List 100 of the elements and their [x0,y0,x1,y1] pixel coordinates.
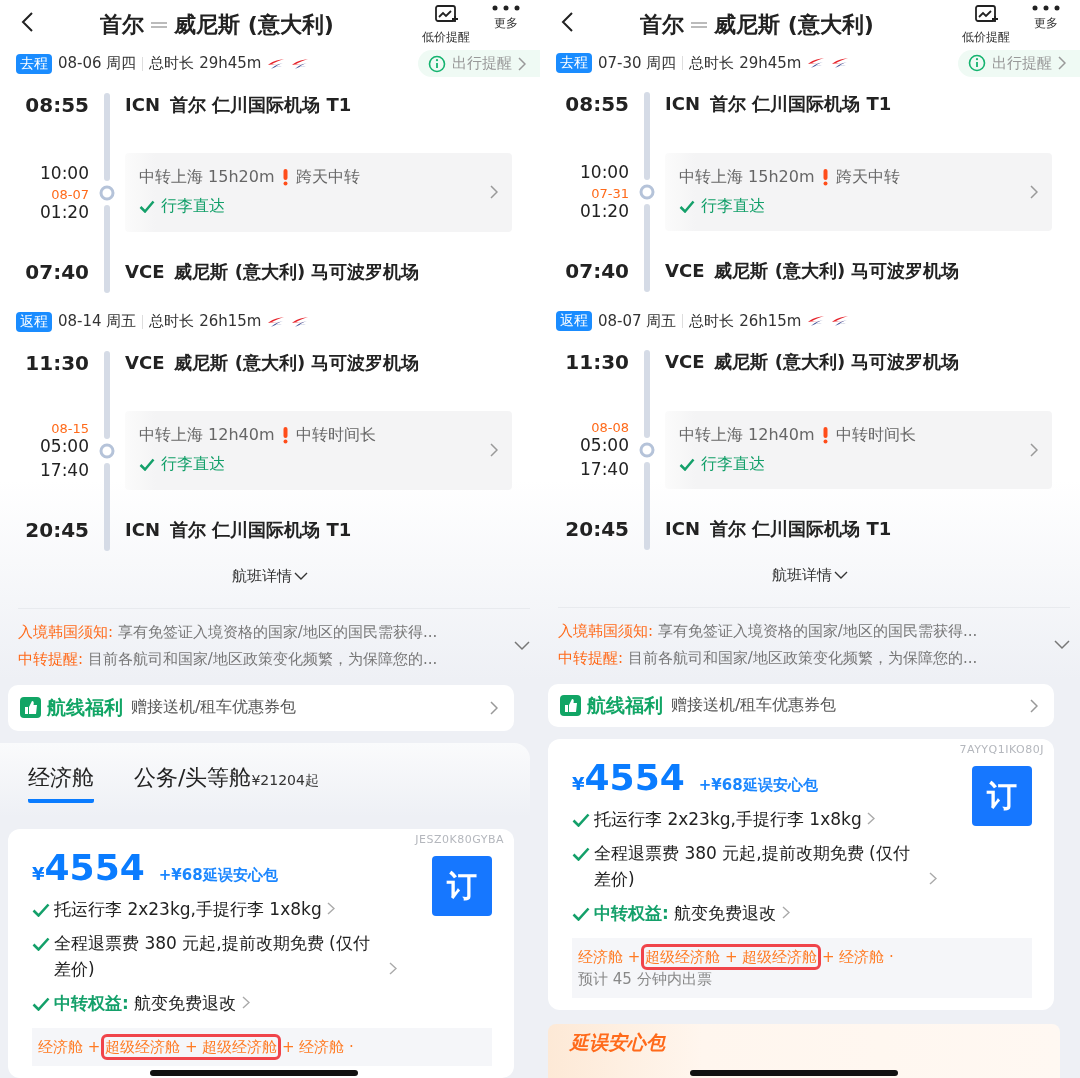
chevron-right-icon [241,996,250,1009]
book-button[interactable]: 订 [432,856,492,916]
trip-tag: 返程 [556,311,592,331]
chevron-right-icon [490,700,498,715]
origin-city: 首尔 [100,11,144,39]
time: 10:00 [40,164,89,182]
notice-text: 中转提醒: 目前各航司和国家/地区政策变化频繁，为保障您的... [18,649,439,669]
delay-insurance-addon[interactable]: +¥68延误安心包 [698,776,818,796]
transfer-warning: 跨天中转 [295,167,360,189]
check-icon [679,200,695,213]
route-benefit-card[interactable]: 航线福利 赠接送机/租车优惠券包 [8,684,514,731]
origin-city: 首尔 [640,11,684,39]
chevron-down-icon [294,571,308,581]
fare-feature[interactable]: 托运行李 2x23kg,手提行李 1x8kg [594,806,862,833]
benefit-title: 航线福利 [587,692,664,718]
chevron-right-icon [518,56,526,71]
ticketing-time-note: 预计 45 分钟内出票 [578,969,713,991]
destination-city: 威尼斯 (意大利) [174,11,334,39]
departure-time: 08:55 [564,91,629,118]
trip-tag: 去程 [16,53,52,74]
thumbs-up-icon [20,697,41,719]
route-benefit-card[interactable]: 航线福利 赠接送机/租车优惠券包 [548,684,1054,728]
chevron-down-icon [834,571,848,580]
trip-duration: 总时长 29h45m [689,53,802,73]
transfer-info: 中转上海 12h40m [139,425,275,447]
trip-date: 08-14 周五 [58,312,137,331]
time: 17:40 [40,461,89,479]
delay-insurance-addon[interactable]: +¥68延误安心包 [158,866,278,885]
trip-date: 07-30 周四 [598,53,677,73]
departure-airport: ICN 首尔 仁川国际机场 T1 [665,92,893,116]
next-day-date: 08-08 [591,421,629,435]
check-icon [32,937,50,951]
next-day-date: 07-31 [591,187,629,201]
warning-icon [822,427,828,444]
airline-logo-icon [291,57,310,70]
flight-details-link[interactable]: 航班详情 [232,566,308,586]
fare-feature[interactable]: 航变免费退改 [674,900,777,927]
baggage-through: 行李直达 [701,196,765,217]
next-day-date: 08-07 [51,188,89,201]
cabin-class-sequence: 经济舱 + 超级经济舱 + 超级经济舱 + 经济舱 · [578,946,1026,969]
transfer-card[interactable]: 中转上海 12h40m 中转时间长 行李直达 [125,411,512,490]
time: 05:00 [580,436,629,455]
price-alert-button[interactable]: 低价提醒 [962,4,1010,46]
airline-logo-icon [267,57,286,70]
time: 10:00 [580,163,629,182]
fare-feature[interactable]: 全程退票费 380 元起,提前改期免费 (仅付差价) [54,930,384,982]
more-button[interactable]: 更多 [1024,4,1068,46]
chevron-right-icon [867,812,876,826]
trip-date: 08-07 周五 [598,311,677,331]
next-day-date: 08-15 [51,422,89,435]
chevron-right-icon [1030,698,1038,713]
transfer-info: 中转上海 15h20m [679,167,815,188]
fare-code: JESZ0K80GYBA [415,833,504,846]
chevron-right-icon [1030,443,1038,457]
fare-feature[interactable]: 托运行李 2x23kg,手提行李 1x8kg [54,896,322,922]
chevron-right-icon [1030,185,1038,199]
fare-code: 7AYYQ1IKO80J [959,743,1044,757]
arrival-airport: ICN 首尔 仁川国际机场 T1 [665,517,893,542]
warning-icon [282,427,288,445]
trip-duration: 总时长 26h15m [689,311,802,331]
more-button[interactable]: 更多 [484,4,528,47]
trip-tag: 返程 [16,311,52,332]
arrival-time: 07:40 [24,258,89,286]
flight-details-link[interactable]: 航班详情 [772,566,848,585]
departure-airport: VCE 威尼斯 (意大利) 马可波罗机场 [125,350,421,375]
info-icon [428,54,446,73]
departure-airport: VCE 威尼斯 (意大利) 马可波罗机场 [665,350,961,374]
check-icon [32,997,50,1011]
transfer-info: 中转上海 15h20m [139,167,275,189]
arrival-airport: ICN 首尔 仁川国际机场 T1 [125,517,353,542]
book-button[interactable]: 订 [972,766,1032,827]
fare-price: ¥4554 [572,757,685,799]
chevron-down-icon[interactable] [1054,640,1070,650]
fare-price: ¥4554 [32,847,145,888]
more-icon [1032,4,1060,12]
notice-text: 入境韩国须知: 享有免签证入境资格的国家/地区的国民需获得... [18,622,439,642]
fare-feature[interactable]: 全程退票费 380 元起,提前改期免费 (仅付差价) [594,840,924,893]
cabin-class-sequence: 经济舱 + 超级经济舱 + 超级经济舱 + 经济舱 · [38,1036,486,1058]
check-icon [139,458,155,472]
fare-feature[interactable]: 航变免费退改 [134,990,237,1016]
check-icon [679,458,695,471]
chevron-down-icon[interactable] [514,640,530,651]
price-alert-button[interactable]: 低价提醒 [422,4,470,47]
transfer-card[interactable]: 中转上海 12h40m 中转时间长 行李直达 [665,410,1052,490]
transfer-card[interactable]: 中转上海 15h20m 跨天中转 行李直达 [125,153,512,232]
cabin-tab[interactable]: 公务/头等舱¥21204起 [134,763,319,803]
airline-logo-icon [291,315,310,328]
transfer-warning: 中转时间长 [295,425,376,447]
warning-icon [282,169,288,187]
baggage-through: 行李直达 [161,196,225,218]
back-icon [20,10,34,33]
arrival-time: 07:40 [564,258,629,286]
time: 05:00 [40,437,89,455]
check-icon [139,200,155,214]
arrival-airport: VCE 威尼斯 (意大利) 马可波罗机场 [125,259,421,284]
feature-label: 中转权益: [594,902,669,926]
transfer-card[interactable]: 中转上海 15h20m 跨天中转 行李直达 [665,152,1052,232]
arrival-time: 20:45 [24,516,89,544]
cabin-tab[interactable]: 经济舱 [28,763,94,803]
trip-date: 08-06 周四 [58,54,137,73]
